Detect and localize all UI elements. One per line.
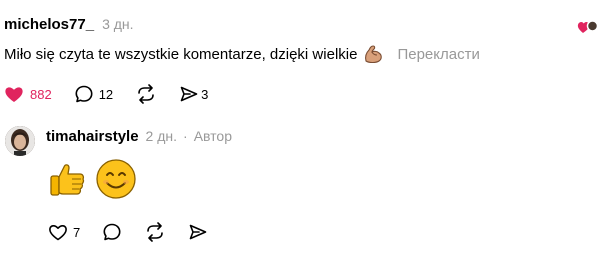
comment-actions: 882 12 3: [4, 84, 230, 104]
flexed-biceps-icon: [365, 45, 383, 64]
author-badge: Автор: [193, 128, 232, 144]
repost-arrows-icon: [147, 222, 164, 242]
meta-separator: ·: [183, 128, 188, 144]
reply-time[interactable]: 2 дн.: [146, 128, 177, 144]
comment-bubble-icon: [103, 223, 121, 241]
reply-username[interactable]: timahairstyle: [46, 128, 139, 145]
smiling-face-icon: [96, 159, 136, 199]
translate-link[interactable]: Перекласти: [397, 46, 479, 63]
send-arrow-icon: [180, 86, 198, 102]
reply-reply-button[interactable]: [102, 222, 122, 242]
reply-repost-button[interactable]: [144, 222, 166, 242]
comment-bubble-icon: [75, 85, 93, 103]
heart-icon: [5, 87, 23, 102]
share-button[interactable]: 3: [179, 84, 208, 104]
flexed-biceps-emoji: [363, 44, 385, 64]
repost-arrows-icon: [138, 84, 154, 104]
comment-text: Miło się czyta te wszystkie komentarze, …: [4, 45, 358, 63]
heart-with-avatar-icon: [577, 20, 599, 33]
reply-like-count: 7: [73, 224, 81, 240]
avatar-image: [5, 126, 35, 156]
thumbs-up-emoji: [48, 159, 88, 199]
reply-button[interactable]: 12: [74, 84, 113, 104]
comment-time[interactable]: 3 дн.: [102, 16, 133, 32]
thumbs-up-icon: [50, 164, 85, 196]
heart-icon: [49, 224, 67, 241]
like-count: 882: [30, 86, 52, 102]
comment-text-row: Miło się czyta te wszystkie komentarze, …: [4, 44, 480, 64]
reply-emoji-row: [48, 158, 137, 200]
comment-header: michelos77_ 3 дн.: [4, 16, 134, 33]
reply-count: 12: [98, 86, 114, 102]
reply-like-button[interactable]: 7: [48, 223, 80, 241]
like-button[interactable]: 882: [4, 85, 52, 103]
reply-actions: 7: [48, 222, 230, 242]
smiling-face-emoji: [95, 158, 137, 200]
share-count: 3: [201, 86, 209, 102]
reply-share-button[interactable]: [188, 222, 208, 242]
comment-username[interactable]: michelos77_: [4, 16, 94, 33]
send-arrow-icon: [189, 224, 207, 240]
reply-header: timahairstyle 2 дн. · Автор: [46, 128, 232, 145]
liked-by-author-icon: [577, 18, 599, 36]
repost-button[interactable]: [135, 84, 157, 104]
avatar[interactable]: [5, 126, 35, 156]
